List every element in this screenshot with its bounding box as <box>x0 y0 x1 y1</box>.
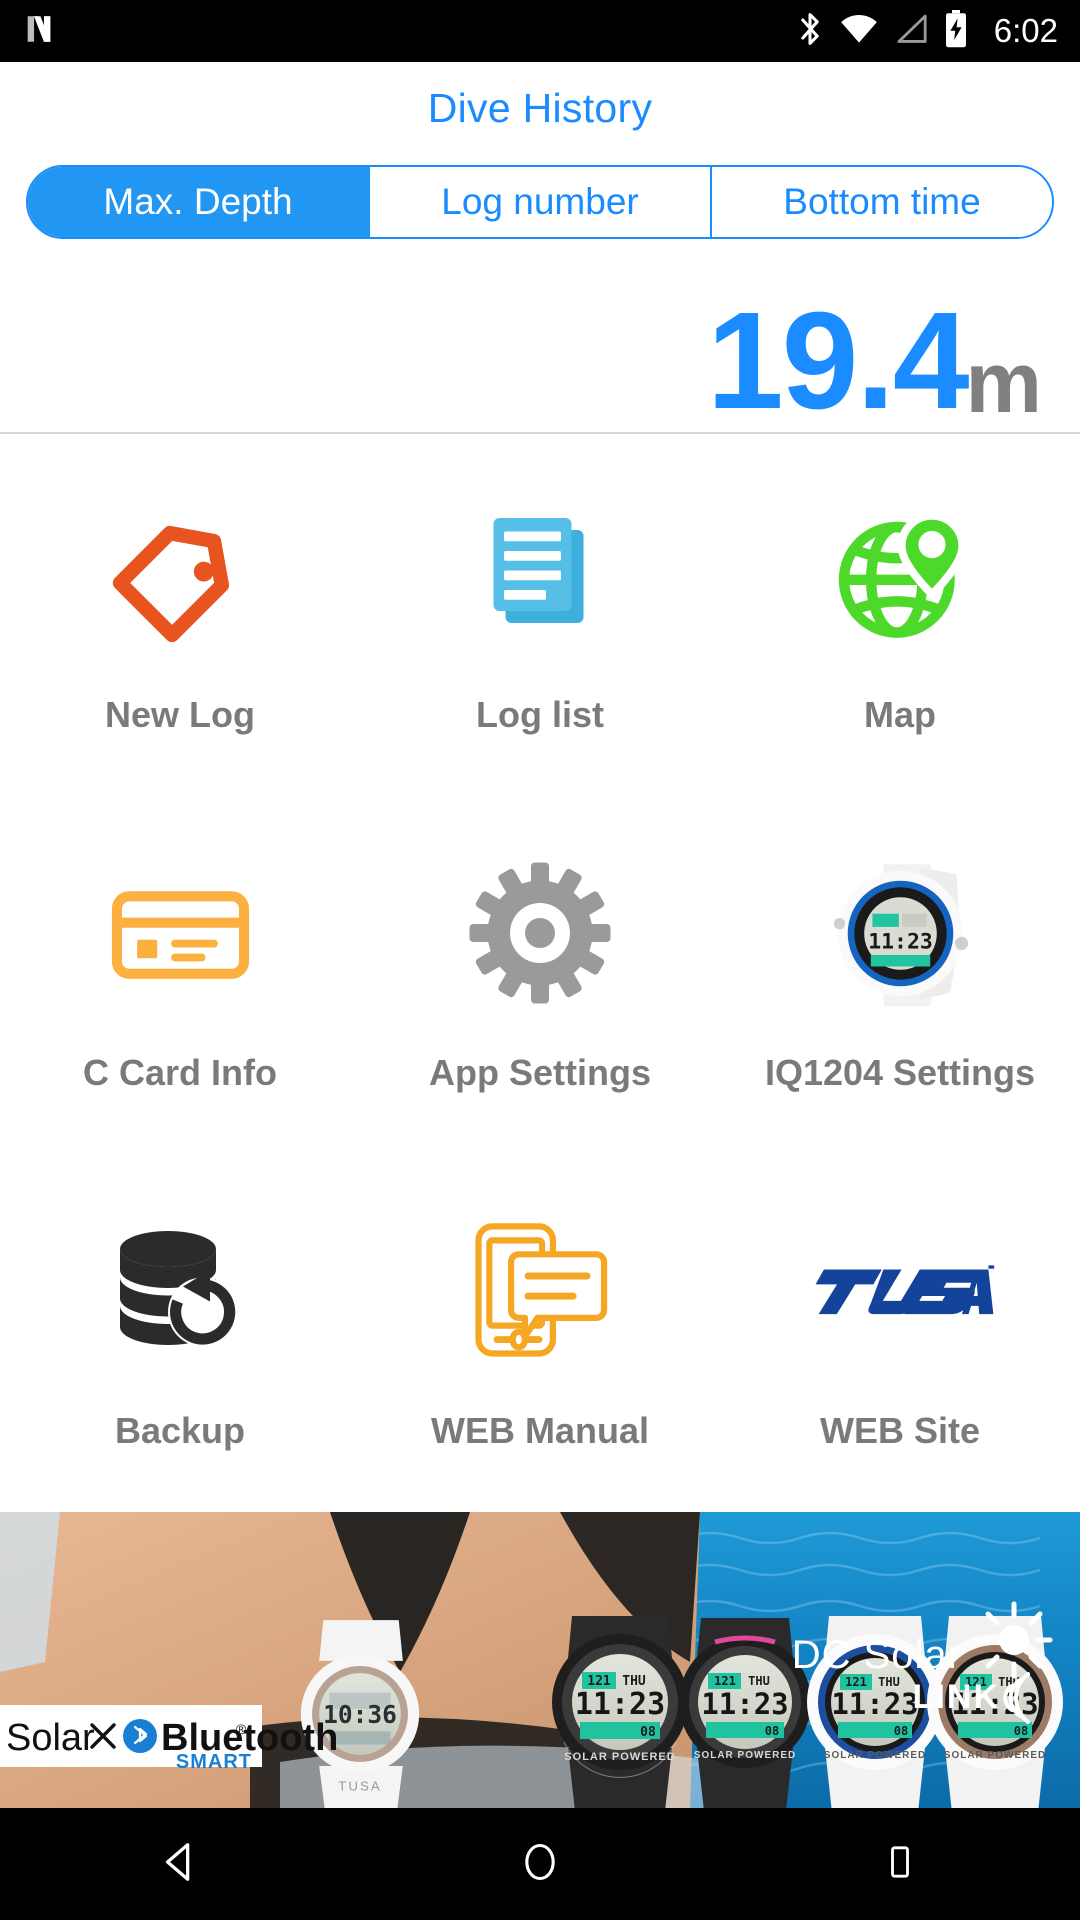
circle-icon <box>518 1840 562 1889</box>
promo-banner[interactable]: 10:36 TUSA 121 THU 11:23 08 SOLAR POWERE… <box>0 1512 1080 1808</box>
segment-bottom-time[interactable]: Bottom time <box>712 167 1052 237</box>
dive-watch-icon: 11:23 <box>805 838 995 1028</box>
android-n-logo-icon <box>22 12 56 51</box>
page-title: Dive History <box>427 84 653 131</box>
svg-text:THU: THU <box>748 1674 770 1688</box>
square-icon <box>880 1842 920 1887</box>
menu-label-c-card-info: C Card Info <box>83 1052 277 1093</box>
back-button[interactable] <box>105 1808 255 1920</box>
svg-text:08: 08 <box>894 1724 908 1738</box>
svg-text:®: ® <box>236 1721 247 1737</box>
svg-text:11:23: 11:23 <box>868 929 933 954</box>
segment-log-number[interactable]: Log number <box>370 167 712 237</box>
status-bar-notifications <box>22 12 56 51</box>
svg-text:08: 08 <box>1014 1724 1028 1738</box>
recents-button[interactable] <box>825 1808 975 1920</box>
tusa-logo-icon <box>805 1196 995 1386</box>
svg-text:11:23: 11:23 <box>701 1687 788 1721</box>
menu-item-web-site[interactable]: WEB Site <box>720 1150 1080 1508</box>
triangle-left-icon <box>157 1839 203 1890</box>
svg-text:SMART: SMART <box>176 1751 252 1773</box>
battery-charging-icon <box>944 9 968 53</box>
segment-max-depth[interactable]: Max. Depth <box>28 167 370 237</box>
documents-icon <box>445 480 635 670</box>
menu-item-log-list[interactable]: Log list <box>360 434 720 792</box>
android-navigation-bar <box>0 1808 1080 1920</box>
svg-text:SOLAR POWERED: SOLAR POWERED <box>564 1751 675 1763</box>
menu-item-new-log[interactable]: New Log <box>0 434 360 792</box>
page-title-bar: Dive History <box>0 62 1080 154</box>
menu-label-log-list: Log list <box>476 694 604 735</box>
menu-label-iq1204-settings: IQ1204 Settings <box>764 1052 1036 1093</box>
menu-item-web-manual[interactable]: WEB Manual <box>360 1150 720 1508</box>
svg-text:11:23: 11:23 <box>575 1687 665 1722</box>
globe-pin-icon <box>805 480 995 670</box>
svg-text:SOLAR POWERED: SOLAR POWERED <box>824 1750 926 1761</box>
segment-max-depth-label: Max. Depth <box>103 181 293 222</box>
menu-label-app-settings: App Settings <box>429 1052 651 1093</box>
svg-text:11:23: 11:23 <box>831 1687 918 1721</box>
max-depth-value: 19.4 <box>706 284 970 438</box>
menu-item-backup[interactable]: Backup <box>0 1150 360 1508</box>
wifi-icon <box>840 13 878 50</box>
bluetooth-icon <box>796 11 824 52</box>
status-bar-icons: 6:02 <box>796 9 1058 53</box>
max-depth-unit: m <box>965 335 1042 431</box>
menu-label-map: Map <box>864 694 936 735</box>
svg-text:SOLAR POWERED: SOLAR POWERED <box>944 1750 1046 1761</box>
tag-icon <box>85 480 275 670</box>
status-bar-clock: 6:02 <box>993 12 1058 49</box>
gear-icon <box>445 838 635 1028</box>
segment-bottom-time-label: Bottom time <box>783 181 981 222</box>
svg-text:08: 08 <box>640 1725 656 1740</box>
menu-label-web-manual: WEB Manual <box>430 1410 649 1451</box>
credit-card-icon <box>85 838 275 1028</box>
menu-label-web-site: WEB Site <box>819 1410 980 1451</box>
cellular-signal-icon <box>894 13 928 50</box>
menu-item-map[interactable]: Map <box>720 434 1080 792</box>
app-root: 6:02 Dive History Max. Depth Log number … <box>0 0 1080 1920</box>
menu-item-app-settings[interactable]: App Settings <box>360 792 720 1150</box>
menu-label-new-log: New Log <box>105 694 255 735</box>
svg-text:Solar: Solar <box>6 1717 95 1759</box>
svg-text:TUSA: TUSA <box>338 1778 382 1793</box>
main-menu-grid: New Log Log list Map C Card Info App Set… <box>0 434 1080 1508</box>
svg-text:SOLAR POWERED: SOLAR POWERED <box>694 1750 796 1761</box>
svg-text:DC Solar: DC Solar <box>792 1633 962 1677</box>
segment-log-number-label: Log number <box>441 181 639 222</box>
svg-text:LINK: LINK <box>913 1678 1000 1716</box>
svg-text:121: 121 <box>714 1674 736 1688</box>
menu-label-backup: Backup <box>114 1410 246 1451</box>
menu-item-iq1204-settings[interactable]: 11:23 IQ1204 Settings <box>720 792 1080 1150</box>
database-restore-icon <box>85 1196 275 1386</box>
menu-item-c-card-info[interactable]: C Card Info <box>0 792 360 1150</box>
home-button[interactable] <box>465 1808 615 1920</box>
dive-history-segmented-control[interactable]: Max. Depth Log number Bottom time <box>26 165 1054 239</box>
max-depth-stat: 19.4 m <box>0 258 1080 430</box>
status-bar: 6:02 <box>0 0 1080 62</box>
svg-text:08: 08 <box>765 1724 779 1738</box>
phone-chat-icon <box>445 1196 635 1386</box>
